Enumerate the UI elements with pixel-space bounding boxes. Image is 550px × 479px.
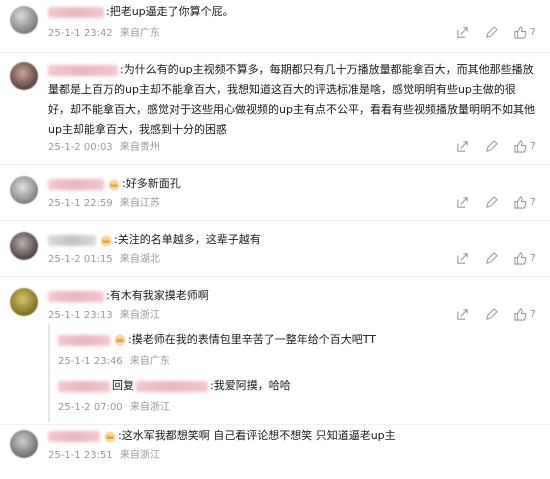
- comment-meta: 25-1-1 23:51 来自浙江: [48, 449, 160, 463]
- like-button[interactable]: 7: [514, 308, 536, 321]
- comment-item: :把老up逼走了你算个屁。 25-1-1 23:42 来自广东 7: [0, 0, 550, 53]
- reply-thread: :摸老师在我的表情包里辛苦了一整年给个百大吧TT 25-1-1 23:46 来自…: [48, 324, 538, 422]
- comment-date: 25-1-1 23:51: [48, 450, 113, 461]
- reply-location: 来自浙江: [129, 402, 170, 413]
- username-blurred[interactable]: [48, 6, 104, 18]
- reply-icon[interactable]: [485, 196, 498, 209]
- comment-meta: 25-1-1 23:13 来自浙江: [48, 309, 160, 323]
- avatar[interactable]: [10, 6, 38, 34]
- like-count: 7: [529, 141, 536, 152]
- avatar[interactable]: [10, 288, 38, 316]
- comment-location: 来自湖北: [119, 254, 160, 265]
- thumbs-up-icon: [514, 196, 527, 209]
- username-blurred[interactable]: [48, 290, 104, 302]
- reply-text: :摸老师在我的表情包里辛苦了一整年给个百大吧TT: [128, 333, 376, 346]
- comment-text: :关注的名单越多，这辈子越有: [114, 233, 261, 246]
- reply-icon[interactable]: [485, 308, 498, 321]
- username-blurred[interactable]: [48, 64, 118, 76]
- reply-item: 回复 :我爱阿摸，哈哈: [58, 378, 291, 394]
- reply-icon[interactable]: [485, 140, 498, 153]
- reply-date: 25-1-1 23:46: [58, 356, 123, 367]
- comment-location: 来自广东: [119, 28, 160, 39]
- crown-badge-icon: [104, 430, 116, 443]
- thumbs-up-icon: [514, 252, 527, 265]
- reply-icon[interactable]: [485, 252, 498, 265]
- comment-meta: 25-1-2 00:03 来自贵州: [48, 141, 160, 155]
- comment-meta: 25-1-1 23:42 来自广东: [48, 27, 160, 41]
- crown-badge-icon: [100, 234, 112, 247]
- comment-item: :这水军我都想笑啊 自己看评论想不想笑 只知道逼老up主 25-1-1 23:5…: [0, 424, 550, 479]
- comment-actions: 7: [456, 308, 536, 321]
- reply-meta: 25-1-1 23:46 来自广东: [58, 352, 170, 367]
- reply-text: :我爱阿摸，哈哈: [210, 379, 291, 392]
- comment-date: 25-1-1 22:59: [48, 198, 113, 209]
- username-blurred[interactable]: [58, 380, 110, 392]
- like-button[interactable]: 7: [514, 140, 536, 153]
- comment-meta: 25-1-1 22:59 来自江苏: [48, 197, 160, 211]
- comment-actions: 7: [456, 196, 536, 209]
- comment-location: 来自浙江: [119, 310, 160, 321]
- comment-text: :把老up逼走了你算个屁。: [106, 5, 234, 18]
- like-button[interactable]: 7: [514, 26, 536, 39]
- reply-target-blurred[interactable]: [136, 380, 208, 392]
- comment-actions: 7: [456, 26, 536, 39]
- username-blurred[interactable]: [58, 334, 110, 346]
- reply-item: :摸老师在我的表情包里辛苦了一整年给个百大吧TT: [58, 332, 376, 348]
- comment-location: 来自江苏: [119, 198, 160, 209]
- comment-item: :好多新面孔 25-1-1 22:59 来自江苏 7: [0, 164, 550, 221]
- like-button[interactable]: 7: [514, 252, 536, 265]
- share-icon[interactable]: [456, 308, 469, 321]
- comment-text: :有木有我家摸老师啊: [106, 289, 209, 302]
- comment-item: :有木有我家摸老师啊 25-1-1 23:13 来自浙江 7 :摸老师在我的表情…: [0, 276, 550, 425]
- comment-actions: 7: [456, 252, 536, 265]
- like-count: 7: [529, 27, 536, 38]
- comment-location: 来自浙江: [119, 450, 160, 461]
- comment-date: 25-1-1 23:42: [48, 28, 113, 39]
- like-count: 7: [529, 197, 536, 208]
- comment-date: 25-1-1 23:13: [48, 310, 113, 321]
- like-count: 7: [529, 253, 536, 264]
- username-blurred[interactable]: [48, 234, 96, 246]
- share-icon[interactable]: [456, 196, 469, 209]
- comment-location: 来自贵州: [119, 142, 160, 153]
- like-count: 7: [529, 309, 536, 320]
- avatar[interactable]: [10, 176, 38, 204]
- crown-badge-icon: [114, 334, 126, 346]
- share-icon[interactable]: [456, 140, 469, 153]
- avatar[interactable]: [10, 232, 38, 260]
- comment-item: :关注的名单越多，这辈子越有 25-1-2 01:15 来自湖北 7: [0, 220, 550, 277]
- reply-icon[interactable]: [485, 26, 498, 39]
- share-icon[interactable]: [456, 252, 469, 265]
- comment-text: :好多新面孔: [122, 177, 181, 190]
- like-button[interactable]: 7: [514, 196, 536, 209]
- username-blurred[interactable]: [48, 178, 104, 190]
- comment-date: 25-1-2 00:03: [48, 142, 113, 153]
- comment-text: :这水军我都想笑啊 自己看评论想不想笑 只知道逼老up主: [118, 429, 396, 442]
- comment-actions: 7: [456, 140, 536, 153]
- thumbs-up-icon: [514, 26, 527, 39]
- avatar[interactable]: [10, 62, 38, 90]
- crown-badge-icon: [108, 178, 120, 191]
- reply-location: 来自广东: [129, 356, 170, 367]
- reply-meta: 25-1-2 07:00 来自浙江: [58, 398, 170, 413]
- reply-prefix: 回复: [112, 379, 134, 392]
- comment-text: :为什么有的up主视频不算多，每期都只有几十万播放量都能拿百大，而其他那些播放量…: [48, 63, 535, 136]
- comment-date: 25-1-2 01:15: [48, 254, 113, 265]
- avatar[interactable]: [10, 430, 38, 458]
- thumbs-up-icon: [514, 308, 527, 321]
- share-icon[interactable]: [456, 26, 469, 39]
- comment-meta: 25-1-2 01:15 来自湖北: [48, 253, 160, 267]
- thumbs-up-icon: [514, 140, 527, 153]
- username-blurred[interactable]: [48, 430, 100, 442]
- reply-date: 25-1-2 07:00: [58, 402, 123, 413]
- comment-item: :为什么有的up主视频不算多，每期都只有几十万播放量都能拿百大，而其他那些播放量…: [0, 52, 550, 165]
